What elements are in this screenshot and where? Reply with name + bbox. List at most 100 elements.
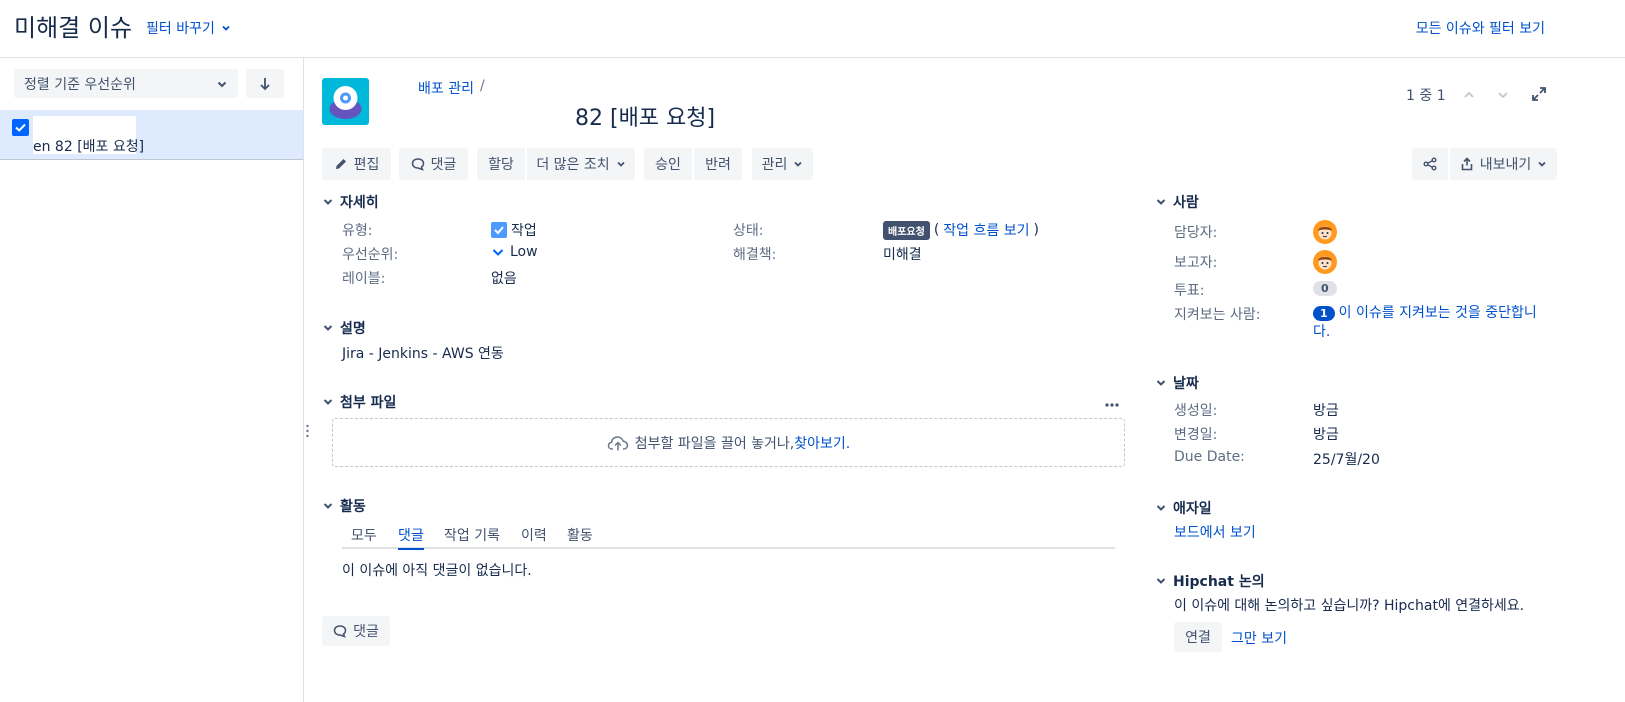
list-item-label: en 82 [배포 요청] [33,139,145,155]
status-label: 상태: [733,223,764,239]
share-button[interactable] [1412,148,1448,180]
stop-watching-link[interactable]: 이 이슈를 지켜보는 것을 중단합니다. [1313,305,1537,340]
tab-activity[interactable]: 활동 [567,525,593,545]
view-on-board-link[interactable]: 보드에서 보기 [1174,522,1256,542]
assignee-label: 담당자: [1174,225,1218,241]
chevron-down-icon [1537,159,1547,169]
chevron-down-icon [616,159,626,169]
attachment-dropzone[interactable]: 첨부할 파일을 끌어 놓거나, 찾아보기. [332,418,1125,467]
status-badge: 배포요청 [883,220,930,240]
updated-label: 변경일: [1174,427,1218,443]
comment-button[interactable]: 댓글 [399,148,468,180]
people-section-toggle[interactable]: 사람 [1155,192,1199,212]
browse-link[interactable]: 찾아보기. [794,433,850,453]
export-icon [1460,157,1474,171]
sort-select[interactable]: 정렬 기준 우선순위 [14,69,238,98]
watchers-label: 지켜보는 사람: [1174,307,1261,323]
task-icon [491,222,507,238]
approve-button[interactable]: 승인 [644,148,692,180]
hipchat-heading: Hipchat 논의 [1173,574,1265,590]
tab-all[interactable]: 모두 [351,525,377,545]
chevron-down-icon[interactable] [1496,88,1510,102]
details-section-toggle[interactable]: 자세히 [322,192,379,212]
description-section-toggle[interactable]: 설명 [322,318,366,338]
connect-button[interactable]: 연결 [1174,622,1222,652]
manage-button-label: 관리 [761,157,788,173]
add-comment-button[interactable]: 댓글 [322,616,390,646]
activity-heading: 활동 [340,499,366,515]
issue-title: 82 [배포 요청] [575,106,716,131]
workflow-paren-open: ( [933,222,940,238]
hipchat-prompt: 이 이슈에 대해 논의하고 싶습니까? Hipchat에 연결하세요. [1174,598,1525,614]
pencil-icon [334,157,348,171]
assign-button[interactable]: 할당 [477,148,525,180]
chevron-down-icon [216,78,228,90]
view-all-issues-link[interactable]: 모든 이슈와 필터 보기 [1416,18,1545,38]
labels-label: 레이블: [342,271,386,287]
activity-section-toggle[interactable]: 활동 [322,496,366,516]
description-text[interactable]: Jira - Jenkins - AWS 연동 [342,343,504,363]
labels-value: 없음 [491,271,517,287]
add-comment-label: 댓글 [353,624,379,640]
watchers-badge[interactable]: 1 [1313,306,1335,321]
created-value: 방금 [1313,403,1339,419]
manage-button[interactable]: 관리 [752,148,813,180]
expand-icon[interactable] [1531,86,1547,102]
more-actions-label: 더 많은 조치 [536,157,610,173]
votes-badge[interactable]: 0 [1313,281,1337,296]
export-button[interactable]: 내보내기 [1450,148,1557,180]
updated-value: 방금 [1313,427,1339,443]
chevron-down-icon [322,396,334,408]
attachments-heading: 첨부 파일 [340,395,397,411]
breadcrumb-separator: / [479,78,485,94]
chevron-down-icon [793,159,803,169]
sort-direction-button[interactable] [246,69,284,98]
chevron-down-icon [322,322,334,334]
chevron-down-icon [322,196,334,208]
dates-section-toggle[interactable]: 날짜 [1155,373,1199,393]
pager-text: 1 중 1 [1406,88,1446,104]
tab-history[interactable]: 이력 [521,525,547,545]
attachments-section-toggle[interactable]: 첨부 파일 [322,392,396,412]
reporter-avatar[interactable] [1313,250,1337,274]
tab-worklog[interactable]: 작업 기록 [444,525,500,545]
resize-handle[interactable] [306,424,309,438]
dismiss-link[interactable]: 그만 보기 [1231,628,1287,648]
edit-button[interactable]: 편집 [322,148,391,180]
chevron-down-icon [1155,196,1167,208]
workflow-paren-close: ) [1033,222,1039,238]
comment-icon [411,157,425,171]
workflow-link[interactable]: 작업 흐름 보기 [943,220,1029,240]
breadcrumb: 배포 관리 / [418,78,485,98]
assignee-avatar[interactable] [1313,220,1337,244]
resolution-label: 해결책: [733,247,777,263]
list-item[interactable]: en 82 [배포 요청] [0,110,303,160]
resolution-value: 미해결 [883,247,922,263]
chevron-down-icon [322,500,334,512]
priority-low-icon [491,245,505,259]
project-avatar[interactable] [322,78,369,125]
priority-value: Low [491,244,538,260]
description-heading: 설명 [340,321,366,337]
filter-switch-button[interactable]: 필터 바꾸기 [146,18,231,38]
checkbox-checked-icon[interactable] [12,119,29,136]
due-date-label: Due Date: [1174,449,1245,465]
agile-section-toggle[interactable]: 애자일 [1155,498,1212,518]
breadcrumb-project-link[interactable]: 배포 관리 [418,78,474,98]
share-icon [1423,157,1437,171]
tab-comments[interactable]: 댓글 [398,525,424,550]
more-actions-button[interactable]: 더 많은 조치 [527,148,635,180]
upload-cloud-icon [607,434,629,452]
chevron-down-icon [1155,377,1167,389]
chevron-up-icon[interactable] [1462,88,1476,102]
sort-select-label: 정렬 기준 우선순위 [24,76,136,93]
reject-button[interactable]: 반려 [694,148,742,180]
type-value: 작업 [491,220,537,240]
dropzone-text: 첨부할 파일을 끌어 놓거나, [634,435,795,452]
edit-button-label: 편집 [353,157,380,173]
type-label: 유형: [342,223,373,239]
votes-label: 투표: [1174,283,1205,299]
priority-value-text: Low [510,244,538,260]
more-options-icon[interactable] [1104,398,1120,412]
hipchat-section-toggle[interactable]: Hipchat 논의 [1155,571,1265,591]
